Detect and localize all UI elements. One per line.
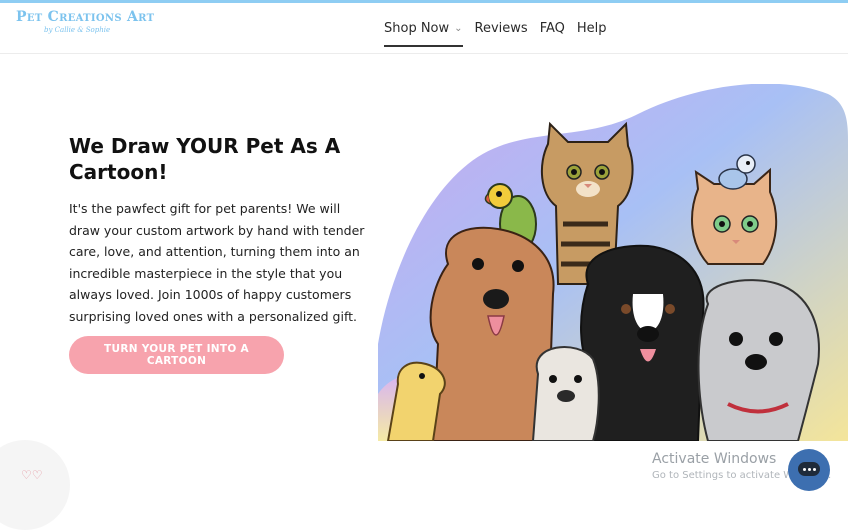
chat-launcher-button[interactable] xyxy=(788,449,830,491)
activate-windows-title: Activate Windows xyxy=(652,451,777,467)
hero-title: We Draw YOUR Pet As A Cartoon! xyxy=(69,134,341,184)
brand-tagline: by Callie & Sophie xyxy=(44,26,111,34)
heart-icon[interactable]: ♡♡ xyxy=(21,468,43,482)
nav-help[interactable]: Help xyxy=(577,3,607,53)
main-nav: Shop Now ⌄ Reviews FAQ Help xyxy=(384,3,607,53)
small-dog xyxy=(531,346,600,441)
nav-shop-now[interactable]: Shop Now ⌄ xyxy=(384,3,463,53)
nav-shop-now-label: Shop Now xyxy=(384,20,450,36)
chevron-down-icon: ⌄ xyxy=(454,22,463,34)
brand-logo[interactable]: Pet Creations Art by Callie & Sophie xyxy=(16,9,154,34)
shih-tzu xyxy=(697,279,820,441)
nav-faq-label: FAQ xyxy=(539,20,565,36)
hero-description: It's the pawfect gift for pet parents! W… xyxy=(69,201,365,324)
nav-help-label: Help xyxy=(576,20,607,36)
cartoon-pets-illustration xyxy=(378,84,848,441)
turn-pet-into-cartoon-button[interactable]: TURN YOUR PET INTO A CARTOON xyxy=(69,336,284,374)
nav-reviews[interactable]: Reviews xyxy=(475,3,528,53)
nav-faq[interactable]: FAQ xyxy=(540,3,565,53)
chat-bubble-icon xyxy=(798,462,820,476)
brand-name: Pet Creations Art xyxy=(16,9,155,25)
bernese-dog xyxy=(580,244,705,441)
accessibility-widget-bg xyxy=(0,440,70,530)
nav-reviews-label: Reviews xyxy=(474,20,528,36)
